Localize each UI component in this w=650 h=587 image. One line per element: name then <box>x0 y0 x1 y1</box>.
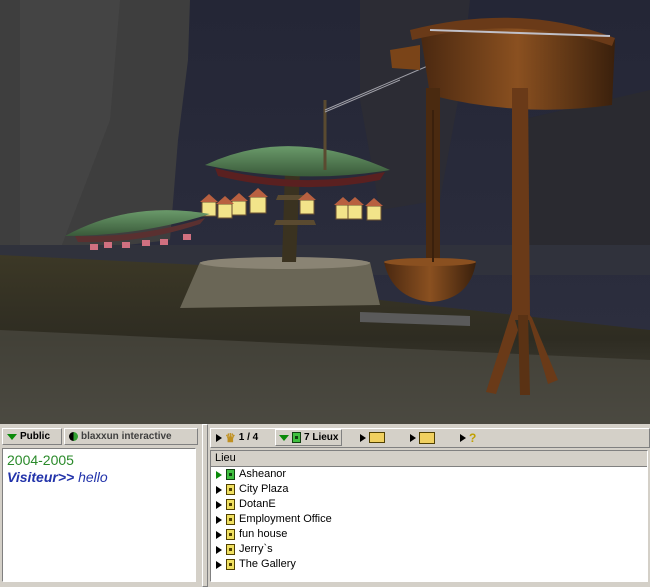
list-item[interactable]: Jerry`s <box>211 542 647 557</box>
play-icon <box>216 545 222 554</box>
chevron-down-icon <box>7 433 17 440</box>
play-icon <box>216 560 222 569</box>
list-item[interactable]: DotanE <box>211 497 647 512</box>
places-toolbar: ♛ 1 / 4 7 Lieux ? <box>210 428 650 448</box>
bottom-panel: Public blaxxun interactive 2004-2005 Vis… <box>0 424 650 587</box>
play-icon <box>460 433 466 442</box>
chevron-down-icon <box>279 434 289 441</box>
chat-message: Visiteur>> hello <box>7 469 191 485</box>
play-icon <box>216 530 222 539</box>
help-icon: ? <box>469 430 477 445</box>
help-button[interactable]: ? <box>457 429 479 446</box>
users-icon: ♛ <box>225 430 236 445</box>
play-icon <box>216 470 222 479</box>
place-icon <box>292 432 301 443</box>
place-name: The Gallery <box>239 558 296 570</box>
3d-scene[interactable] <box>0 0 650 424</box>
map-icon <box>419 431 435 444</box>
list-item[interactable]: The Gallery <box>211 557 647 572</box>
tab-blaxxun-label: blaxxun interactive <box>81 431 172 442</box>
column-header-lieu[interactable]: Lieu <box>211 451 647 467</box>
users-pager-button[interactable]: ♛ 1 / 4 <box>213 429 261 446</box>
list-item[interactable]: Employment Office <box>211 512 647 527</box>
chat-log[interactable]: 2004-2005 Visiteur>> hello <box>2 448 196 582</box>
place-icon <box>226 529 235 540</box>
place-icon <box>226 544 235 555</box>
tour-icon <box>369 432 385 443</box>
place-name: fun house <box>239 528 288 540</box>
place-icon <box>226 514 235 525</box>
tab-public-label: Public <box>20 431 51 442</box>
tab-public[interactable]: Public <box>2 428 62 445</box>
play-icon <box>216 485 222 494</box>
chat-tabs: Public blaxxun interactive <box>2 428 202 446</box>
chat-text: hello <box>74 469 108 485</box>
list-item[interactable]: fun house <box>211 527 647 542</box>
map-button[interactable] <box>407 429 438 446</box>
chat-line-year: 2004-2005 <box>7 452 74 468</box>
play-icon <box>216 433 222 442</box>
places-count-label: 7 Lieux <box>304 432 339 443</box>
panel-splitter[interactable] <box>202 424 208 587</box>
tour-button[interactable] <box>357 429 388 446</box>
place-name: Jerry`s <box>239 543 273 555</box>
place-icon <box>226 559 235 570</box>
places-tab[interactable]: 7 Lieux <box>275 429 343 446</box>
chat-username: Visiteur>> <box>7 469 75 485</box>
3d-viewport[interactable] <box>0 0 650 424</box>
place-name: Employment Office <box>239 513 332 525</box>
play-icon <box>216 500 222 509</box>
place-name: DotanE <box>239 498 276 510</box>
place-name: Asheanor <box>239 468 287 480</box>
pager-label: 1 / 4 <box>238 432 259 443</box>
tab-blaxxun[interactable]: blaxxun interactive <box>64 428 198 445</box>
blaxxun-logo-icon <box>69 432 78 441</box>
play-icon <box>410 433 416 442</box>
list-item[interactable]: City Plaza <box>211 482 647 497</box>
place-icon <box>226 469 235 480</box>
place-name: City Plaza <box>239 483 289 495</box>
place-icon <box>226 499 235 510</box>
play-icon <box>360 433 366 442</box>
list-item[interactable]: Asheanor <box>211 467 647 482</box>
play-icon <box>216 515 222 524</box>
place-icon <box>226 484 235 495</box>
places-list[interactable]: Lieu Asheanor City Plaza DotanE Employme… <box>210 450 648 582</box>
